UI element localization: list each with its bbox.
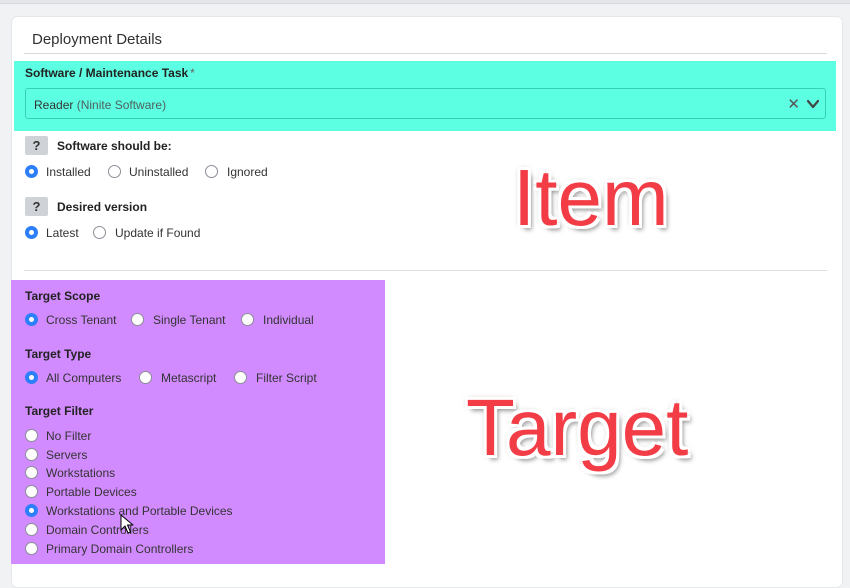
radio-installed[interactable]: [25, 165, 38, 178]
title-divider: [24, 53, 827, 54]
radio-all-computers-label[interactable]: All Computers: [46, 371, 121, 385]
radio-portable-devices[interactable]: [25, 485, 38, 498]
radio-update-if-found-label[interactable]: Update if Found: [115, 226, 200, 240]
radio-single-tenant-label[interactable]: Single Tenant: [153, 313, 226, 327]
radio-single-tenant[interactable]: [131, 313, 144, 326]
radio-metascript-label[interactable]: Metascript: [161, 371, 216, 385]
radio-no-filter[interactable]: [25, 429, 38, 442]
mouse-pointer-icon: [120, 514, 134, 534]
desired-version-label: Desired version: [57, 200, 148, 214]
radio-installed-label[interactable]: Installed: [46, 165, 91, 179]
radio-update-if-found[interactable]: [93, 226, 106, 239]
software-state-label: Software should be:: [57, 139, 172, 153]
radio-all-computers[interactable]: [25, 371, 38, 384]
radio-metascript[interactable]: [139, 371, 152, 384]
radio-latest-label[interactable]: Latest: [46, 226, 79, 240]
annotation-target: Target: [466, 383, 689, 472]
chevron-down-icon[interactable]: [806, 97, 820, 111]
radio-ignored[interactable]: [205, 165, 218, 178]
target-scope-label: Target Scope: [25, 289, 101, 303]
radio-portable-devices-label[interactable]: Portable Devices: [46, 485, 137, 499]
radio-cross-tenant-label[interactable]: Cross Tenant: [46, 313, 116, 327]
target-type-label: Target Type: [25, 347, 92, 361]
radio-uninstalled-label[interactable]: Uninstalled: [129, 165, 188, 179]
radio-individual-label[interactable]: Individual: [263, 313, 314, 327]
radio-domain-controllers[interactable]: [25, 523, 38, 536]
section-divider: [24, 270, 827, 271]
radio-servers[interactable]: [25, 448, 38, 461]
radio-primary-domain-controllers[interactable]: [25, 542, 38, 555]
software-select[interactable]: Reader (Ninite Software) ✕: [25, 88, 826, 119]
radio-individual[interactable]: [241, 313, 254, 326]
target-filter-label: Target Filter: [25, 404, 94, 418]
radio-workstations-and-portable-devices-label[interactable]: Workstations and Portable Devices: [46, 504, 233, 518]
required-mark: *: [190, 66, 195, 80]
section-title: Deployment Details: [32, 31, 163, 48]
radio-no-filter-label[interactable]: No Filter: [46, 429, 91, 443]
radio-latest[interactable]: [25, 226, 38, 239]
close-icon[interactable]: ✕: [787, 95, 800, 113]
software-selected-sub: (Ninite Software): [76, 98, 167, 112]
radio-cross-tenant[interactable]: [25, 313, 38, 326]
radio-servers-label[interactable]: Servers: [46, 448, 87, 462]
annotation-item: Item: [513, 153, 669, 242]
help-button-software-state[interactable]: ?: [25, 136, 48, 155]
software-label: Software / Maintenance Task *: [25, 66, 195, 80]
software-selected-main: Reader: [34, 98, 74, 112]
radio-uninstalled[interactable]: [108, 165, 121, 178]
help-button-desired-version[interactable]: ?: [25, 197, 48, 216]
top-border: [0, 0, 850, 4]
software-selected-value: Reader (Ninite Software): [34, 98, 166, 112]
software-label-text: Software / Maintenance Task: [25, 66, 189, 80]
radio-ignored-label[interactable]: Ignored: [227, 165, 268, 179]
radio-workstations-label[interactable]: Workstations: [46, 466, 115, 480]
radio-filter-script-label[interactable]: Filter Script: [256, 371, 317, 385]
radio-filter-script[interactable]: [234, 371, 247, 384]
radio-primary-domain-controllers-label[interactable]: Primary Domain Controllers: [46, 542, 193, 556]
radio-workstations[interactable]: [25, 466, 38, 479]
radio-workstations-and-portable-devices[interactable]: [25, 504, 38, 517]
